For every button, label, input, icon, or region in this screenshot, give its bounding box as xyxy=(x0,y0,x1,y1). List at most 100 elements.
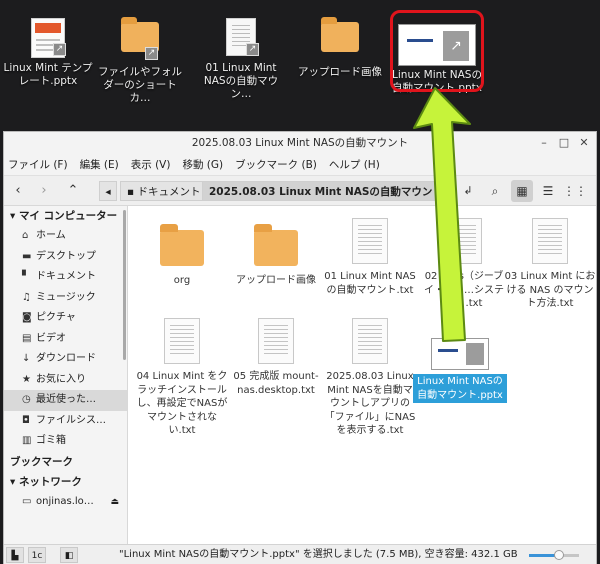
menu-bookmarks[interactable]: ブックマーク (B) xyxy=(235,157,317,172)
file-label: アップロード画像 xyxy=(236,275,316,286)
sidebar-item-trash[interactable]: ▥ ゴミ箱 xyxy=(4,431,127,452)
file-item[interactable]: 02 GVfs（ジーブイ・ファ…システム）.txt xyxy=(417,218,511,311)
sidebar-item-home[interactable]: ⌂ ホーム xyxy=(4,226,127,247)
clock-icon: ◷ xyxy=(22,394,31,405)
file-label: 05 完成版 mount-nas.desktop.txt xyxy=(233,371,319,396)
text-file-icon: ↗ xyxy=(221,18,261,58)
file-label: 01 Linux Mint NASの自動マウント.txt xyxy=(324,271,416,296)
sidebar-item-label: ダウンロード xyxy=(36,353,96,364)
compact-view-icon[interactable]: ⋮⋮ xyxy=(563,180,587,202)
trash-icon: ▥ xyxy=(22,435,32,446)
desktop-icon-label: 01 Linux Mint NASの自動マウン… xyxy=(203,62,279,100)
sidebar-heading-label: マイ コンピューター xyxy=(18,210,118,222)
window-title: 2025.08.03 Linux Mint NASの自動マウント xyxy=(191,137,409,149)
sidebar-heading-network: ▾ ネットワーク xyxy=(10,475,82,488)
file-item[interactable]: 03 Linux Mint における NAS のマウント方法.txt xyxy=(503,218,597,311)
file-label: Linux Mint NASの自動マウント.pptx xyxy=(413,374,507,403)
file-item[interactable]: 04 Linux Mint をクラッチインストールし、再設定でNASがマウントさ… xyxy=(135,318,229,438)
sidebar-item-desktop[interactable]: ▬ デスクトップ xyxy=(4,247,127,268)
status-text: "Linux Mint NASの自動マウント.pptx" を選択しました (7.… xyxy=(119,549,518,560)
sidebar-item-nas[interactable]: ▭ onjinas.lo… ⏏ xyxy=(4,492,127,513)
sidebar-item-label: 最近使った… xyxy=(36,394,96,405)
minimize-icon[interactable]: – xyxy=(536,132,552,154)
sidebar-heading-label: ブックマーク xyxy=(10,455,73,468)
sidebar-item-downloads[interactable]: ↓ ダウンロード xyxy=(4,349,127,370)
file-grid: org アップロード画像 01 Linux Mint NASの自動マウント.tx… xyxy=(129,206,596,544)
file-label: 02 GVfs（ジーブイ・ファ…システム）.txt xyxy=(424,271,504,309)
close-icon[interactable]: ✕ xyxy=(576,132,592,154)
breadcrumb-documents[interactable]: ▪ ドキュメント xyxy=(120,181,208,201)
menu-edit[interactable]: 編集 (E) xyxy=(80,157,119,172)
desktop-icon-template-pptx[interactable]: ↗ Linux Mint テンプレート.pptx xyxy=(2,18,94,88)
file-label: org xyxy=(173,275,191,286)
menu-go[interactable]: 移動 (G) xyxy=(182,157,223,172)
camera-icon: ◙ xyxy=(22,312,32,323)
menu-help[interactable]: ヘルプ (H) xyxy=(329,157,380,172)
file-item[interactable]: アップロード画像 xyxy=(229,216,323,288)
sidebar-scrollbar[interactable] xyxy=(123,210,126,360)
desktop-icon-shortcut-folder[interactable]: ↗ ファイルやフォルダーのショートカ… xyxy=(94,17,186,105)
back-icon[interactable]: ‹ xyxy=(10,181,26,201)
breadcrumb-label: ドキュメント xyxy=(137,186,201,198)
text-file-icon xyxy=(446,218,482,264)
search-icon[interactable]: ⌕ xyxy=(486,181,504,201)
video-icon: ▤ xyxy=(22,332,32,344)
file-item[interactable]: 05 完成版 mount-nas.desktop.txt xyxy=(229,318,323,397)
folder-icon xyxy=(320,17,360,62)
sidebar-heading-bookmarks: ブックマーク xyxy=(4,452,127,472)
home-icon: ⌂ xyxy=(22,230,29,241)
file-item-selected[interactable]: Linux Mint NASの自動マウント.pptx xyxy=(413,328,507,403)
sidebar-heading-computer: ▾ マイ コンピューター xyxy=(10,210,118,222)
show-places-icon[interactable]: ▙ xyxy=(6,547,24,563)
sidebar-item-videos[interactable]: ▤ ビデオ xyxy=(4,329,127,350)
show-tree-icon[interactable]: 1c xyxy=(28,547,46,563)
file-manager-window: 2025.08.03 Linux Mint NASの自動マウント – □ ✕ フ… xyxy=(3,131,597,564)
desktop-icon-upload-images[interactable]: アップロード画像 xyxy=(294,17,386,79)
text-file-icon xyxy=(352,318,388,364)
sidebar-item-label: ドキュメント xyxy=(36,271,96,282)
file-label: 04 Linux Mint をクラッチインストールし、再設定でNASがマウントさ… xyxy=(136,371,228,436)
presentation-icon: ↗ xyxy=(28,18,68,58)
icon-view-icon[interactable]: ▦ xyxy=(511,180,533,202)
network-drive-icon: ▭ xyxy=(22,495,32,507)
sidebar-item-favorites[interactable]: ★ お気に入り xyxy=(4,370,127,391)
star-icon: ★ xyxy=(22,373,31,385)
sidebar-item-label: ファイルシス… xyxy=(36,414,106,426)
desktop-icon-label: Linux Mint テンプレート.pptx xyxy=(3,62,93,87)
desktop-icon-01-txt[interactable]: ↗ 01 Linux Mint NASの自動マウン… xyxy=(195,18,287,101)
title-bar[interactable]: 2025.08.03 Linux Mint NASの自動マウント – □ ✕ xyxy=(4,132,596,154)
eject-icon[interactable]: ⏏ xyxy=(110,492,119,513)
presentation-thumbnail-icon xyxy=(431,338,489,370)
file-item[interactable]: 01 Linux Mint NASの自動マウント.txt xyxy=(323,218,417,297)
zoom-slider[interactable] xyxy=(529,550,579,560)
sidebar-item-documents[interactable]: ▘ ドキュメント xyxy=(4,267,127,288)
folder-icon xyxy=(160,224,204,266)
download-icon: ↓ xyxy=(22,353,31,364)
forward-icon[interactable]: › xyxy=(36,181,52,201)
sidebar-item-filesystem[interactable]: ◘ ファイルシス… xyxy=(4,411,127,432)
music-icon: ♫ xyxy=(22,291,31,303)
toggle-location-icon[interactable]: ↲ xyxy=(460,181,476,201)
menu-view[interactable]: 表示 (V) xyxy=(131,157,171,172)
sidebar-item-label: お気に入り xyxy=(36,373,86,385)
zoom-slider-knob[interactable] xyxy=(554,550,564,560)
drive-icon: ◘ xyxy=(22,414,30,426)
sidebar-item-recent[interactable]: ◷ 最近使った… xyxy=(4,390,127,411)
folder-icon: ↗ xyxy=(120,17,160,62)
list-view-icon[interactable]: ☰ xyxy=(537,180,559,202)
sidebar-item-music[interactable]: ♫ ミュージック xyxy=(4,288,127,309)
sidebar-item-label: ゴミ箱 xyxy=(36,435,66,446)
breadcrumb-left-icon[interactable]: ◂ xyxy=(99,181,117,201)
sidebar-item-pictures[interactable]: ◙ ピクチャ xyxy=(4,308,127,329)
status-bar: ▙ 1c ◧ "Linux Mint NASの自動マウント.pptx" を選択し… xyxy=(4,544,596,564)
file-item[interactable]: 2025.08.03 Linux Mint NASを自動マウントしアプリの「ファ… xyxy=(323,318,417,438)
desktop-icon-label: アップロード画像 xyxy=(298,66,382,78)
desktop: ↗ Linux Mint テンプレート.pptx ↗ ファイルやフォルダーのショ… xyxy=(0,0,600,130)
file-item[interactable]: org xyxy=(135,216,229,288)
maximize-icon[interactable]: □ xyxy=(556,132,572,154)
hide-sidebar-icon[interactable]: ◧ xyxy=(60,547,78,563)
up-icon[interactable]: ⌃ xyxy=(64,181,82,201)
menu-file[interactable]: ファイル (F) xyxy=(8,157,68,172)
breadcrumb-current[interactable]: 2025.08.03 Linux Mint NASの自動マウント xyxy=(202,181,450,201)
menu-bar: ファイル (F) 編集 (E) 表示 (V) 移動 (G) ブックマーク (B)… xyxy=(4,154,596,176)
